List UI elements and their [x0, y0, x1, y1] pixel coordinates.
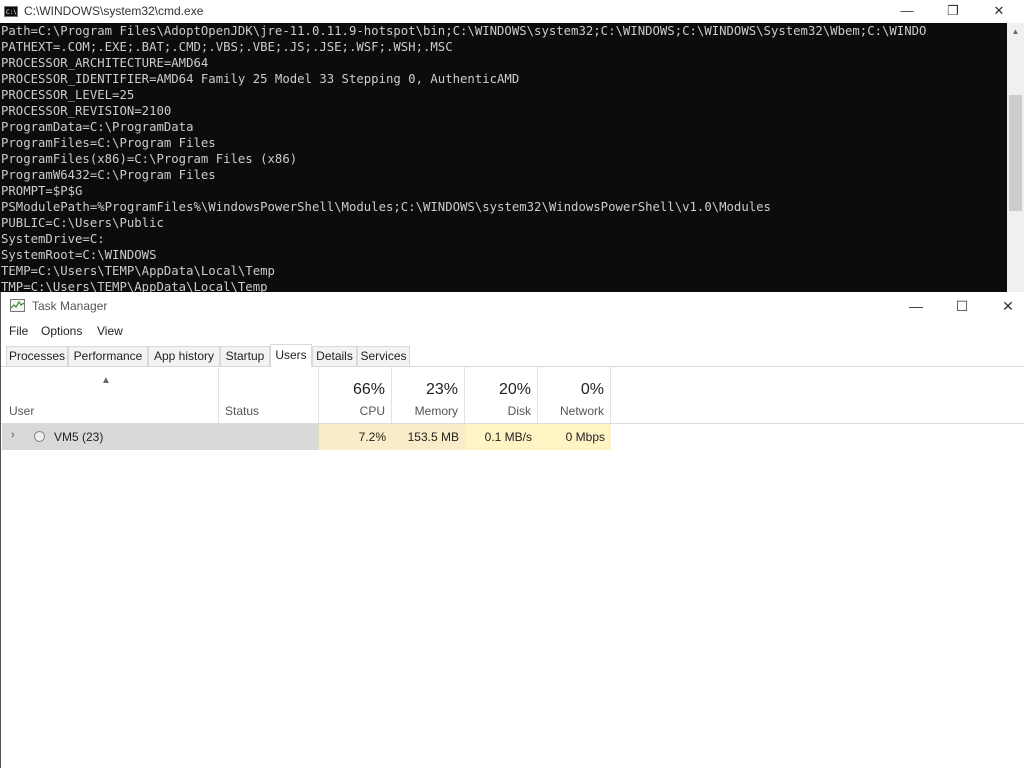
tab-services[interactable]: Services: [357, 346, 410, 366]
task-manager-app-icon: [10, 299, 25, 312]
tab-startup[interactable]: Startup: [220, 346, 270, 366]
console-line: ProgramFiles(x86)=C:\Program Files (x86): [1, 152, 298, 166]
menu-file[interactable]: File: [9, 324, 28, 338]
console-line: PROCESSOR_LEVEL=25: [1, 88, 135, 102]
console-line: ProgramData=C:\ProgramData: [1, 120, 194, 134]
console-line: PSModulePath=%ProgramFiles%\WindowsPower…: [1, 200, 771, 214]
cmd-window[interactable]: C:\ C:\WINDOWS\system32\cmd.exe — ❐ ✕ Pa…: [0, 0, 1024, 292]
user-cpu: 7.2%: [319, 424, 392, 450]
column-label-status: Status: [225, 404, 260, 418]
console-line: TMP=C:\Users\TEMP\AppData\Local\Temp: [1, 280, 268, 292]
cmd-window-title: C:\WINDOWS\system32\cmd.exe: [24, 4, 204, 18]
console-line: PROCESSOR_ARCHITECTURE=AMD64: [1, 56, 209, 70]
column-header-user[interactable]: ▲ User: [1, 367, 219, 423]
tab-details[interactable]: Details: [312, 346, 357, 366]
column-header-network[interactable]: 0% Network: [538, 367, 611, 423]
tab-app-history[interactable]: App history: [148, 346, 220, 366]
column-header-status[interactable]: Status: [219, 367, 319, 423]
column-header-memory[interactable]: 23% Memory: [392, 367, 465, 423]
column-label-network: Network: [559, 404, 604, 418]
user-status: [2, 424, 8, 450]
tab-processes[interactable]: Processes: [6, 346, 68, 366]
console-line: ProgramFiles=C:\Program Files: [1, 136, 216, 150]
user-disk: 0.1 MB/s: [465, 424, 538, 450]
menu-view[interactable]: View: [97, 324, 123, 338]
console-line: SystemRoot=C:\WINDOWS: [1, 248, 157, 262]
console-line: PROCESSOR_REVISION=2100: [1, 104, 172, 118]
user-memory: 153.5 MB: [392, 424, 465, 450]
column-label-cpu: CPU: [359, 404, 385, 418]
column-header-disk[interactable]: 20% Disk: [465, 367, 538, 423]
cmd-scrollbar-thumb[interactable]: [1009, 95, 1022, 211]
task-manager-title-bar[interactable]: Task Manager — ☐ ✕: [1, 292, 1024, 320]
memory-total-percent: 23%: [425, 381, 458, 398]
column-header-cpu[interactable]: 66% CPU: [319, 367, 392, 423]
cmd-console-output[interactable]: Path=C:\Program Files\AdoptOpenJDK\jre-1…: [0, 23, 1007, 292]
cmd-minimize-button[interactable]: —: [884, 0, 930, 23]
tab-performance[interactable]: Performance: [68, 346, 148, 366]
tm-minimize-button[interactable]: —: [893, 292, 939, 320]
console-line: TEMP=C:\Users\TEMP\AppData\Local\Temp: [1, 264, 275, 278]
cpu-total-percent: 66%: [352, 381, 385, 398]
console-line: PROMPT=$P$G: [1, 184, 83, 198]
scroll-up-arrow-icon[interactable]: ▲: [1007, 23, 1024, 40]
user-icon: [34, 431, 45, 442]
user-name: VM5 (23): [54, 430, 104, 444]
sort-ascending-icon: ▲: [101, 375, 111, 386]
cmd-title-bar[interactable]: C:\ C:\WINDOWS\system32\cmd.exe — ❐ ✕: [0, 0, 1024, 23]
console-line: PROCESSOR_IDENTIFIER=AMD64 Family 25 Mod…: [1, 72, 520, 86]
console-line: ProgramW6432=C:\Program Files: [1, 168, 216, 182]
cmd-scrollbar[interactable]: ▲: [1007, 23, 1024, 292]
tm-maximize-button[interactable]: ☐: [939, 292, 985, 320]
console-line: PUBLIC=C:\Users\Public: [1, 216, 164, 230]
expand-chevron-icon[interactable]: ›: [11, 429, 15, 441]
console-line: Path=C:\Program Files\AdoptOpenJDK\jre-1…: [1, 24, 927, 38]
task-manager-window[interactable]: Task Manager — ☐ ✕ File Options View Pro…: [0, 292, 1024, 768]
cmd-app-icon: C:\: [4, 6, 18, 17]
table-row[interactable]: › VM5 (23) 7.2% 153.5 MB 0.1 MB/s 0 Mbps: [2, 424, 611, 450]
menu-options[interactable]: Options: [41, 324, 82, 338]
console-line: PATHEXT=.COM;.EXE;.BAT;.CMD;.VBS;.VBE;.J…: [1, 40, 453, 54]
cmd-restore-button[interactable]: ❐: [930, 0, 976, 23]
console-line: SystemDrive=C:: [1, 232, 105, 246]
tab-strip: Processes Performance App history Startu…: [1, 344, 1024, 367]
cmd-close-button[interactable]: ✕: [976, 0, 1022, 23]
task-manager-title: Task Manager: [32, 299, 108, 313]
users-table-header: ▲ User Status 66% CPU 23% Memory 20% Dis…: [1, 367, 1024, 424]
disk-total-percent: 20%: [498, 381, 531, 398]
tm-close-button[interactable]: ✕: [985, 292, 1024, 320]
tab-users[interactable]: Users: [270, 344, 312, 367]
column-label-user: User: [9, 404, 35, 418]
user-network: 0 Mbps: [538, 424, 611, 450]
network-total-percent: 0%: [580, 381, 604, 398]
column-label-disk: Disk: [507, 404, 531, 418]
column-label-memory: Memory: [414, 404, 458, 418]
